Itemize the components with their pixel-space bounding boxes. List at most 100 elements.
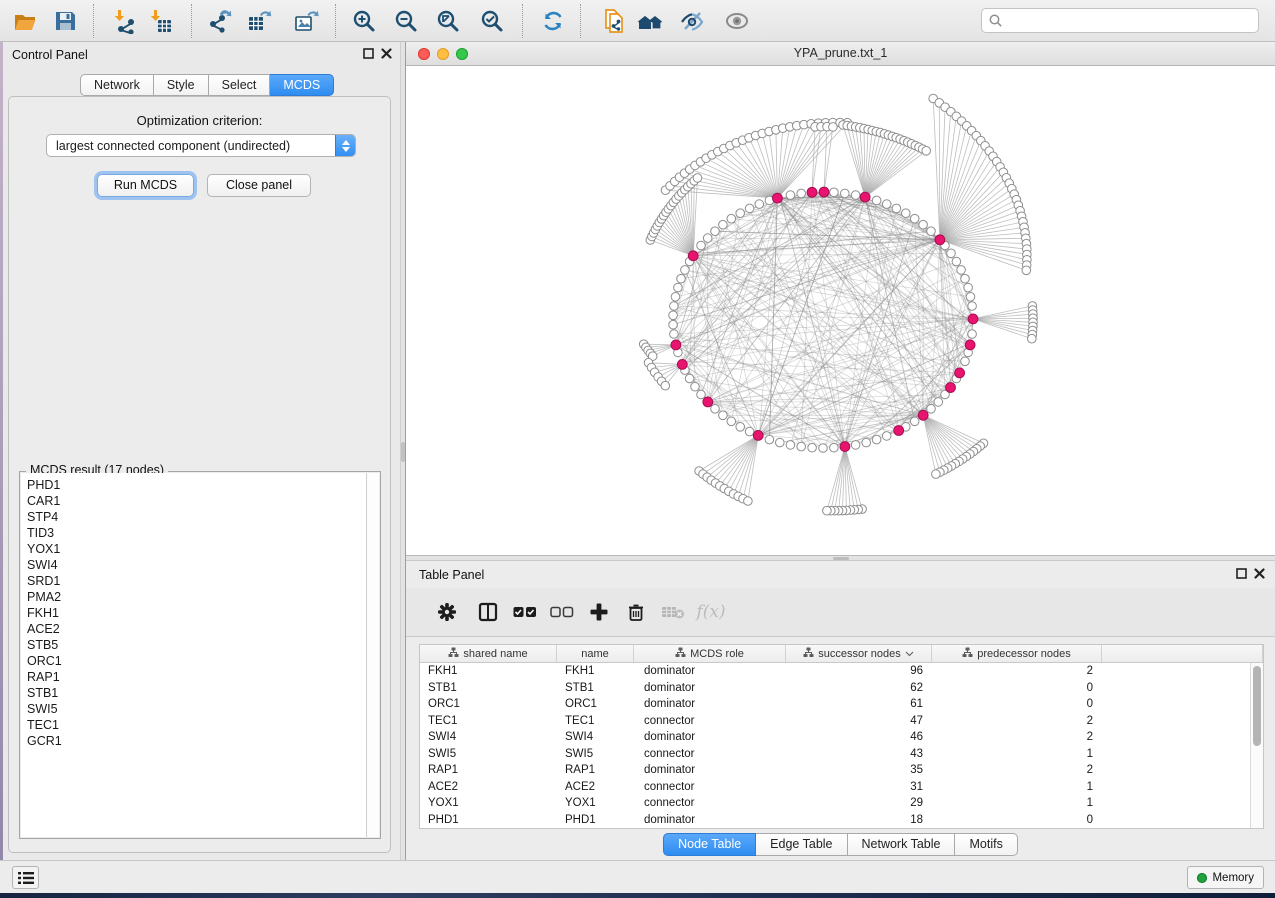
network-node[interactable]: [669, 311, 678, 320]
network-node[interactable]: [961, 357, 970, 366]
export-image-icon[interactable]: [290, 6, 322, 36]
close-panel-button[interactable]: Close panel: [207, 174, 311, 197]
network-node[interactable]: [719, 220, 728, 229]
network-node[interactable]: [964, 283, 973, 292]
network-node[interactable]: [927, 405, 936, 414]
mcds-node[interactable]: [946, 383, 956, 393]
mcds-result-item[interactable]: STP4: [21, 509, 366, 525]
column-header-successor-nodes[interactable]: successor nodes: [786, 645, 932, 662]
network-node[interactable]: [851, 191, 860, 200]
mcds-result-item[interactable]: TID3: [21, 525, 366, 541]
mcds-node[interactable]: [671, 340, 681, 350]
network-node[interactable]: [830, 188, 839, 197]
mcds-result-list[interactable]: PHD1CAR1STP4TID3YOX1SWI4SRD1PMA2FKH1ACE2…: [21, 473, 366, 837]
table-scrollbar[interactable]: [1250, 663, 1263, 828]
scrollbar-thumb[interactable]: [1253, 666, 1261, 746]
mcds-list-scrollbar[interactable]: [366, 473, 379, 837]
network-node[interactable]: [1028, 334, 1037, 343]
network-node[interactable]: [829, 123, 838, 132]
mcds-node[interactable]: [894, 426, 904, 436]
task-history-button[interactable]: [12, 866, 39, 889]
table-row[interactable]: FKH1FKH1dominator962: [420, 663, 1250, 680]
network-node[interactable]: [670, 302, 679, 311]
mcds-result-item[interactable]: PHD1: [21, 477, 366, 493]
table-row[interactable]: ORC1ORC1dominator610: [420, 696, 1250, 713]
network-node[interactable]: [703, 234, 712, 243]
table-row[interactable]: ACE2ACE2connector311: [420, 779, 1250, 796]
network-node[interactable]: [727, 417, 736, 426]
network-node[interactable]: [882, 432, 891, 441]
float-panel-icon[interactable]: [363, 48, 374, 59]
mcds-result-item[interactable]: CAR1: [21, 493, 366, 509]
open-file-icon[interactable]: [9, 6, 41, 36]
table-row[interactable]: YOX1YOX1connector291: [420, 795, 1250, 812]
tab-network[interactable]: Network: [80, 74, 154, 96]
mcds-result-item[interactable]: STB1: [21, 685, 366, 701]
network-node[interactable]: [823, 506, 832, 515]
network-node[interactable]: [961, 274, 970, 283]
clone-network-icon[interactable]: [598, 6, 630, 36]
close-panel-icon[interactable]: [1254, 568, 1265, 579]
column-header-shared-name[interactable]: shared name: [420, 645, 557, 662]
network-node[interactable]: [727, 214, 736, 223]
delete-row-icon[interactable]: [619, 595, 653, 629]
memory-button[interactable]: Memory: [1187, 866, 1264, 889]
criterion-dropdown[interactable]: largest connected component (undirected): [46, 134, 356, 157]
network-node[interactable]: [736, 209, 745, 218]
network-node[interactable]: [910, 214, 919, 223]
mcds-result-item[interactable]: STB5: [21, 637, 366, 653]
tab-network-table[interactable]: Network Table: [848, 833, 956, 856]
export-table-icon[interactable]: [243, 6, 275, 36]
network-node[interactable]: [957, 266, 966, 275]
import-network-icon[interactable]: [109, 6, 141, 36]
mcds-node[interactable]: [840, 442, 850, 452]
network-node[interactable]: [670, 330, 679, 339]
network-node[interactable]: [697, 390, 706, 399]
network-node[interactable]: [677, 274, 686, 283]
column-header-predecessor-nodes[interactable]: predecessor nodes: [932, 645, 1102, 662]
splitter-grip[interactable]: [833, 557, 849, 560]
mcds-node[interactable]: [677, 360, 687, 370]
table-row[interactable]: STB1STB1dominator620: [420, 680, 1250, 697]
network-node[interactable]: [882, 200, 891, 209]
network-node[interactable]: [711, 227, 720, 236]
network-node[interactable]: [947, 249, 956, 258]
column-header-name[interactable]: name: [557, 645, 634, 662]
float-panel-icon[interactable]: [1236, 568, 1247, 579]
refresh-layout-icon[interactable]: [537, 6, 569, 36]
mcds-result-item[interactable]: FKH1: [21, 605, 366, 621]
network-node[interactable]: [685, 374, 694, 383]
network-node[interactable]: [697, 241, 706, 250]
column-header-mcds-role[interactable]: MCDS role: [634, 645, 786, 662]
mcds-node[interactable]: [753, 431, 763, 441]
select-all-icon[interactable]: [508, 595, 542, 629]
zoom-out-icon[interactable]: [390, 6, 422, 36]
zoom-selected-icon[interactable]: [476, 6, 508, 36]
network-node[interactable]: [872, 435, 881, 444]
network-node[interactable]: [674, 283, 683, 292]
close-panel-icon[interactable]: [381, 48, 392, 59]
mcds-node[interactable]: [968, 314, 978, 324]
mcds-node[interactable]: [807, 187, 817, 197]
network-node[interactable]: [786, 191, 795, 200]
mcds-result-item[interactable]: YOX1: [21, 541, 366, 557]
mcds-node[interactable]: [688, 251, 698, 261]
network-node[interactable]: [934, 398, 943, 407]
mcds-result-item[interactable]: SRD1: [21, 573, 366, 589]
mcds-node[interactable]: [703, 397, 713, 407]
mcds-node[interactable]: [935, 235, 945, 245]
network-node[interactable]: [669, 320, 678, 329]
network-node[interactable]: [745, 204, 754, 213]
deselect-all-icon[interactable]: [545, 595, 579, 629]
network-node[interactable]: [755, 200, 764, 209]
run-mcds-button[interactable]: Run MCDS: [97, 174, 194, 197]
zoom-in-icon[interactable]: [348, 6, 380, 36]
mcds-result-item[interactable]: RAP1: [21, 669, 366, 685]
save-session-icon[interactable]: [49, 6, 81, 36]
mcds-result-item[interactable]: GCR1: [21, 733, 366, 749]
network-node[interactable]: [786, 441, 795, 450]
network-node[interactable]: [841, 189, 850, 198]
export-network-icon[interactable]: [204, 6, 236, 36]
network-node[interactable]: [819, 444, 828, 453]
add-row-icon[interactable]: [582, 595, 616, 629]
